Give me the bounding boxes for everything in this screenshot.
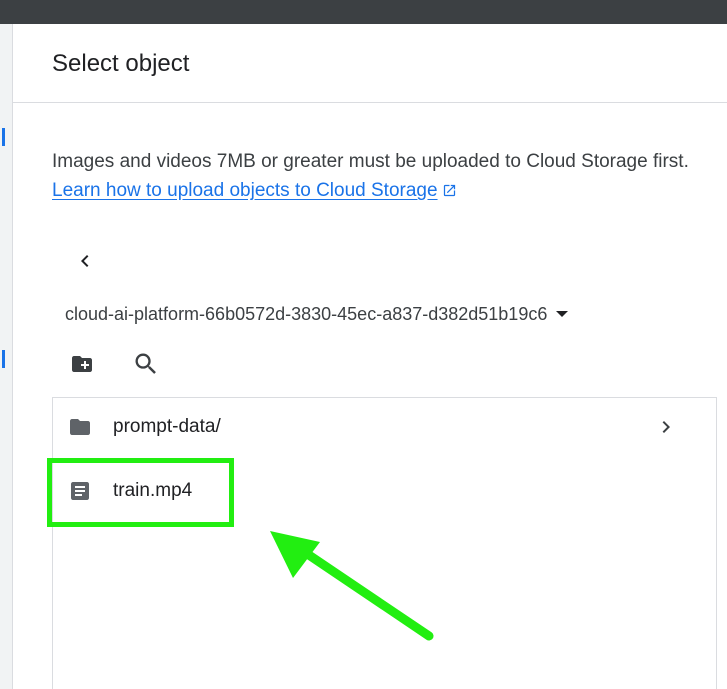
- background-page-strip: [0, 24, 13, 689]
- background-link-fragment: [2, 128, 5, 146]
- dialog-header: Select object: [13, 24, 727, 103]
- background-link-fragment: [2, 350, 5, 368]
- info-message: Images and videos 7MB or greater must be…: [52, 151, 689, 172]
- object-browser: prompt-data/ train.mp4: [52, 397, 717, 689]
- caret-down-icon: [555, 309, 569, 319]
- list-item[interactable]: prompt-data/: [53, 398, 716, 456]
- upload-info-text: Images and videos 7MB or greater must be…: [52, 147, 692, 207]
- list-item[interactable]: train.mp4: [53, 462, 716, 520]
- learn-upload-link[interactable]: Learn how to upload objects to Cloud Sto…: [52, 180, 457, 201]
- chevron-right-icon[interactable]: [654, 415, 678, 439]
- select-object-dialog: Select object Images and videos 7MB or g…: [13, 24, 727, 689]
- search-icon: [132, 350, 160, 383]
- list-item-label: train.mp4: [113, 480, 193, 501]
- bucket-name: cloud-ai-platform-66b0572d-3830-45ec-a83…: [65, 303, 548, 324]
- file-icon: [68, 479, 92, 503]
- back-button[interactable]: [72, 250, 98, 276]
- screenshot-stage: Select object Images and videos 7MB or g…: [0, 0, 727, 689]
- search-button[interactable]: [130, 350, 162, 382]
- folder-icon: [68, 415, 92, 439]
- external-link-icon: [442, 178, 457, 207]
- top-bar: [0, 0, 727, 24]
- list-item-label: prompt-data/: [113, 416, 221, 437]
- learn-upload-link-text: Learn how to upload objects to Cloud Sto…: [52, 180, 438, 201]
- dialog-title: Select object: [52, 50, 190, 77]
- chevron-left-icon: [73, 249, 97, 278]
- new-folder-button[interactable]: [66, 350, 98, 382]
- new-folder-icon: [68, 352, 96, 381]
- bucket-selector[interactable]: cloud-ai-platform-66b0572d-3830-45ec-a83…: [65, 301, 569, 327]
